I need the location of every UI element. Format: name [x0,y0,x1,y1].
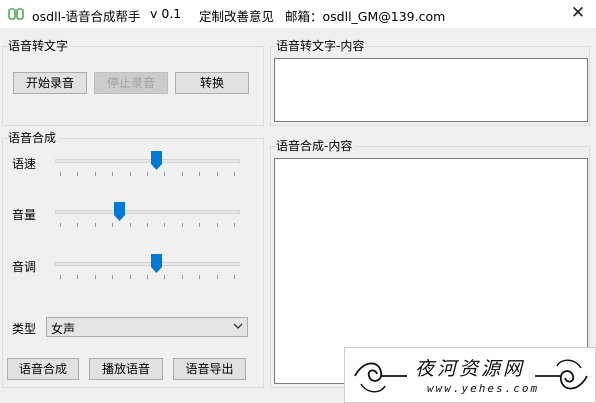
slider-tick [199,172,201,176]
speed-label: 语速 [12,157,37,171]
slider-tick [77,223,79,227]
slider-tick [199,223,201,227]
tts-content-title: 语音合成-内容 [276,139,355,153]
pitch-label: 音调 [12,260,37,274]
slider-tick [234,275,235,279]
voice-type-select[interactable]: 女声 [46,317,248,337]
volume-label: 音量 [12,208,37,222]
tts-group: 语音合成 语速 音量 音调 类型 女声 语音合成 播放语音 语音导出 [2,131,264,388]
slider-tick [94,223,96,227]
slider-tick [234,172,235,176]
title-bar: osdll-语音合成帮手 v 0.1 定制改善意见 邮箱：osdll_GM@13… [0,0,596,28]
speed-slider[interactable] [55,151,240,181]
export-button[interactable]: 语音导出 [173,358,246,380]
slider-tick [199,275,201,279]
slider-tick [216,275,218,279]
slider-tick [164,172,166,176]
speed-slider-track [55,159,240,163]
slider-tick [60,223,61,227]
pitch-slider[interactable] [55,254,240,284]
slider-tick [181,223,183,227]
stt-group: 语音转文字 开始录音 停止录音 转换 [2,39,264,126]
start-record-button[interactable]: 开始录音 [13,72,87,94]
pitch-slider-thumb[interactable] [150,254,162,273]
watermark-url: www.yehes.com [427,382,540,395]
slider-tick [77,275,79,279]
watermark: 夜河资源网 www.yehes.com [344,347,596,403]
synthesize-button[interactable]: 语音合成 [7,358,79,380]
close-button[interactable]: ✕ [560,0,596,28]
type-label: 类型 [12,322,37,336]
slider-tick [234,223,235,227]
slider-tick [94,172,96,176]
version-label: v 0.1 [150,6,182,21]
voice-type-value: 女声 [51,322,76,336]
pitch-slider-track [55,262,240,266]
slider-tick [129,223,131,227]
stt-content-title: 语音转文字-内容 [276,39,367,53]
speed-slider-thumb[interactable] [150,151,162,170]
slider-tick [147,223,148,227]
slider-tick [112,223,114,227]
stt-group-title: 语音转文字 [8,39,71,53]
play-button[interactable]: 播放语音 [89,358,163,380]
slider-tick [129,275,131,279]
slider-tick [129,172,131,176]
watermark-name: 夜河资源网 [415,358,526,380]
ornament-icon [535,359,588,390]
app-window: osdll-语音合成帮手 v 0.1 定制改善意见 邮箱：osdll_GM@13… [0,0,596,403]
stt-content-textbox[interactable] [274,58,588,122]
slider-tick [164,223,166,227]
stop-record-button[interactable]: 停止录音 [94,72,168,94]
slider-tick [181,172,183,176]
slider-tick [77,172,79,176]
slider-tick [181,275,183,279]
app-icon [8,8,24,20]
chevron-down-icon [233,323,243,329]
slider-tick [112,172,114,176]
tts-group-title: 语音合成 [8,131,59,145]
slider-tick [216,172,218,176]
ornament-icon [354,362,407,393]
volume-slider-track [55,210,240,214]
volume-slider[interactable] [55,202,240,232]
slider-tick [147,275,148,279]
stt-content-group: 语音转文字-内容 [270,39,590,126]
slider-tick [60,172,61,176]
feedback-link[interactable]: 定制改善意见 [199,6,274,25]
slider-tick [60,275,61,279]
volume-slider-thumb[interactable] [114,202,126,221]
slider-tick [94,275,96,279]
slider-tick [147,172,148,176]
slider-tick [164,275,166,279]
slider-tick [112,275,114,279]
mail-label: 邮箱：osdll_GM@139.com [285,9,446,24]
window-title: osdll-语音合成帮手 [32,9,141,24]
slider-tick [216,223,218,227]
convert-button[interactable]: 转换 [175,72,249,94]
